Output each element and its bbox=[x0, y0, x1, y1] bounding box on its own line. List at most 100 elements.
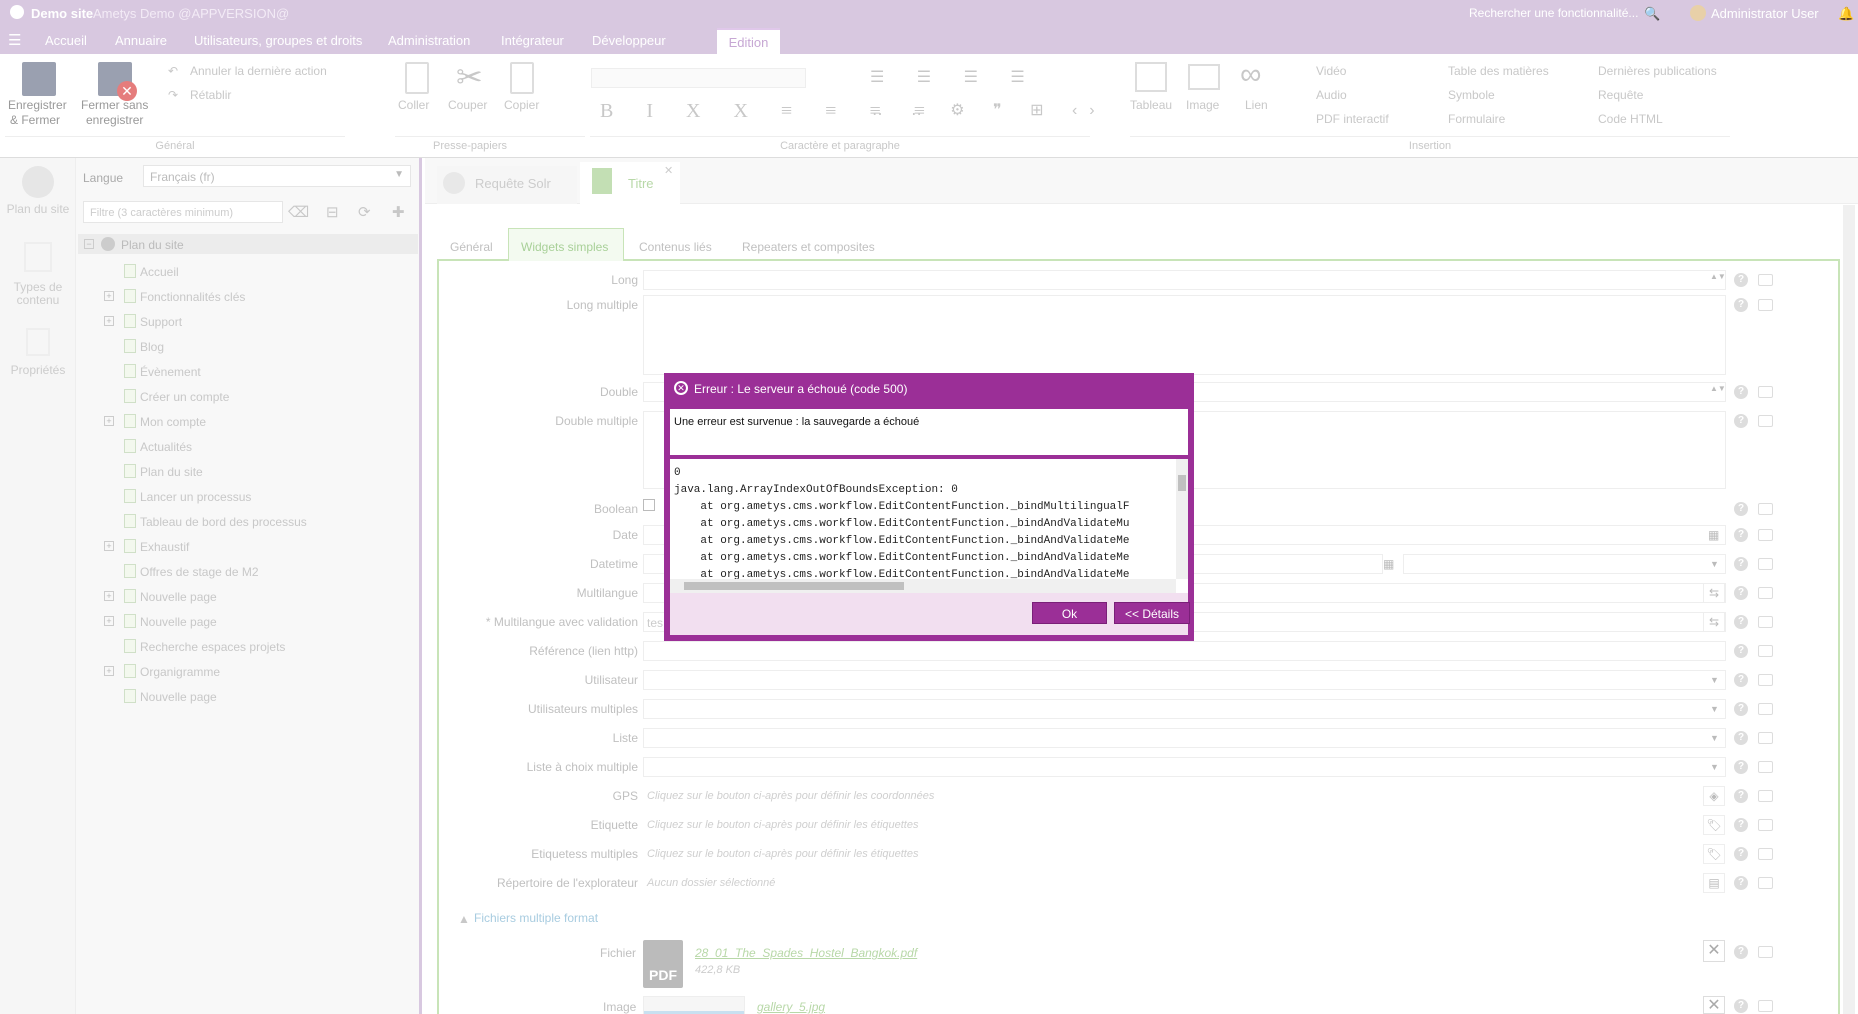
tree-item[interactable]: Blog bbox=[140, 340, 164, 354]
style-select[interactable] bbox=[591, 68, 806, 88]
subtab-linked-contents[interactable]: Contenus liés bbox=[639, 240, 712, 254]
eraser-icon[interactable]: ⌫ bbox=[288, 203, 309, 221]
image-button[interactable]: Image bbox=[1186, 98, 1219, 112]
field-input[interactable] bbox=[643, 670, 1726, 690]
comment-icon[interactable] bbox=[1758, 529, 1773, 541]
comment-icon[interactable] bbox=[1758, 503, 1773, 515]
expand-icon[interactable]: + bbox=[104, 416, 114, 426]
help-icon[interactable]: ? bbox=[1734, 731, 1748, 745]
comment-icon[interactable] bbox=[1758, 819, 1773, 831]
chevron-down-icon[interactable]: ▼ bbox=[1710, 733, 1719, 743]
field-action-icon[interactable]: 🏷 bbox=[1703, 815, 1725, 835]
tree-item[interactable]: Tableau de bord des processus bbox=[140, 515, 307, 529]
collapse-root-icon[interactable]: − bbox=[84, 239, 94, 249]
spinner-icon[interactable]: ▲▼ bbox=[1710, 273, 1726, 281]
comment-icon[interactable] bbox=[1758, 274, 1773, 286]
field-action-icon[interactable]: 🏷 bbox=[1703, 844, 1725, 864]
ok-button[interactable]: Ok bbox=[1032, 602, 1107, 624]
file-link[interactable]: 28_01_The_Spades_Hostel_Bangkok.pdf bbox=[695, 946, 917, 960]
tree-item[interactable]: Évènement bbox=[140, 365, 201, 379]
tree-item[interactable]: Nouvelle page bbox=[140, 690, 217, 704]
pdf-button[interactable]: PDF interactif bbox=[1316, 112, 1389, 126]
help-icon[interactable]: ? bbox=[1734, 876, 1748, 890]
redo-button[interactable]: Rétablir bbox=[190, 88, 231, 102]
tab-users-groups-rights[interactable]: Utilisateurs, groupes et droits bbox=[194, 33, 362, 48]
translate-icon[interactable]: ⇆ bbox=[1703, 583, 1725, 603]
tree-item[interactable]: Plan du site bbox=[140, 465, 203, 479]
calendar-icon[interactable]: ▦ bbox=[1383, 557, 1394, 571]
help-icon[interactable]: ? bbox=[1734, 385, 1748, 399]
time-input[interactable] bbox=[1403, 554, 1726, 574]
comment-icon[interactable] bbox=[1758, 616, 1773, 628]
tree-root[interactable]: Plan du site bbox=[121, 238, 184, 252]
help-icon[interactable]: ? bbox=[1734, 999, 1748, 1013]
chevron-down-icon[interactable]: ▼ bbox=[1710, 675, 1719, 685]
tree-item[interactable]: Support bbox=[140, 315, 182, 329]
help-icon[interactable]: ? bbox=[1734, 502, 1748, 516]
refresh-icon[interactable]: ⟳ bbox=[358, 203, 371, 221]
subtab-repeaters[interactable]: Repeaters et composites bbox=[742, 240, 875, 254]
image-icon[interactable] bbox=[1188, 64, 1220, 90]
content-types-icon[interactable] bbox=[24, 242, 52, 272]
comment-icon[interactable] bbox=[1758, 877, 1773, 889]
help-icon[interactable]: ? bbox=[1734, 702, 1748, 716]
chevron-up-icon[interactable]: ▲ bbox=[458, 912, 470, 926]
spinner-icon[interactable]: ▲▼ bbox=[1710, 385, 1726, 393]
comment-icon[interactable] bbox=[1758, 558, 1773, 570]
close-without-save-icon[interactable]: ✕ bbox=[98, 62, 137, 101]
field-input[interactable] bbox=[643, 728, 1726, 748]
field-action-icon[interactable]: ◈ bbox=[1703, 786, 1725, 806]
comment-icon[interactable] bbox=[1758, 848, 1773, 860]
close-label-2[interactable]: enregistrer bbox=[86, 113, 143, 127]
globe-icon[interactable] bbox=[22, 166, 54, 198]
help-icon[interactable]: ? bbox=[1734, 615, 1748, 629]
tab-title[interactable]: Titre ✕ bbox=[580, 162, 680, 204]
comment-icon[interactable] bbox=[1758, 645, 1773, 657]
comment-icon[interactable] bbox=[1758, 1000, 1773, 1012]
symbol-button[interactable]: Symbole bbox=[1448, 88, 1495, 102]
details-button[interactable]: << Détails bbox=[1114, 602, 1190, 624]
avatar[interactable] bbox=[1690, 5, 1706, 21]
copy-button[interactable]: Copier bbox=[504, 98, 539, 112]
help-icon[interactable]: ? bbox=[1734, 298, 1748, 312]
tree-item[interactable]: Nouvelle page bbox=[140, 590, 217, 604]
delete-file-icon[interactable]: ✕ bbox=[1703, 940, 1725, 962]
list-buttons-row[interactable]: ☰ ☰ ☰ ☰ bbox=[870, 67, 1039, 87]
tree-item[interactable]: Créer un compte bbox=[140, 390, 229, 404]
tree-item[interactable]: Organigramme bbox=[140, 665, 220, 679]
help-icon[interactable]: ? bbox=[1734, 818, 1748, 832]
expand-icon[interactable]: + bbox=[104, 616, 114, 626]
field-input[interactable] bbox=[643, 757, 1726, 777]
audio-button[interactable]: Audio bbox=[1316, 88, 1347, 102]
tab-developer[interactable]: Développeur bbox=[592, 33, 666, 48]
save-icon[interactable] bbox=[22, 62, 56, 96]
bell-icon[interactable]: 🔔 bbox=[1838, 6, 1854, 22]
last-publications-button[interactable]: Dernières publications bbox=[1598, 64, 1717, 78]
lang-select[interactable]: Français (fr) ▼ bbox=[143, 165, 411, 187]
comment-icon[interactable] bbox=[1758, 386, 1773, 398]
tree-item[interactable]: Lancer un processus bbox=[140, 490, 251, 504]
help-icon[interactable]: ? bbox=[1734, 644, 1748, 658]
undo-button[interactable]: Annuler la dernière action bbox=[190, 64, 327, 78]
ametys-logo-icon[interactable] bbox=[10, 5, 24, 19]
tab-accueil[interactable]: Accueil bbox=[45, 33, 87, 48]
cut-button[interactable]: Couper bbox=[448, 98, 487, 112]
user-name[interactable]: Administrator User bbox=[1711, 6, 1819, 21]
field-input[interactable] bbox=[643, 270, 1726, 290]
help-icon[interactable]: ? bbox=[1734, 945, 1748, 959]
tab-annuaire[interactable]: Annuaire bbox=[115, 33, 167, 48]
comment-icon[interactable] bbox=[1758, 674, 1773, 686]
redo-icon[interactable]: ↷ bbox=[168, 88, 178, 102]
help-icon[interactable]: ? bbox=[1734, 414, 1748, 428]
tree-filter-input[interactable]: Filtre (3 caractères minimum) bbox=[83, 201, 283, 223]
properties-icon[interactable] bbox=[26, 328, 50, 356]
form-button[interactable]: Formulaire bbox=[1448, 112, 1505, 126]
search-icon[interactable]: 🔍 bbox=[1644, 6, 1660, 22]
query-button[interactable]: Requête bbox=[1598, 88, 1643, 102]
expand-icon[interactable]: + bbox=[104, 291, 114, 301]
comment-icon[interactable] bbox=[1758, 732, 1773, 744]
field-input[interactable] bbox=[643, 699, 1726, 719]
image-link[interactable]: gallery_5.jpg bbox=[757, 1000, 825, 1014]
toc-button[interactable]: Table des matières bbox=[1448, 64, 1549, 78]
help-icon[interactable]: ? bbox=[1734, 557, 1748, 571]
